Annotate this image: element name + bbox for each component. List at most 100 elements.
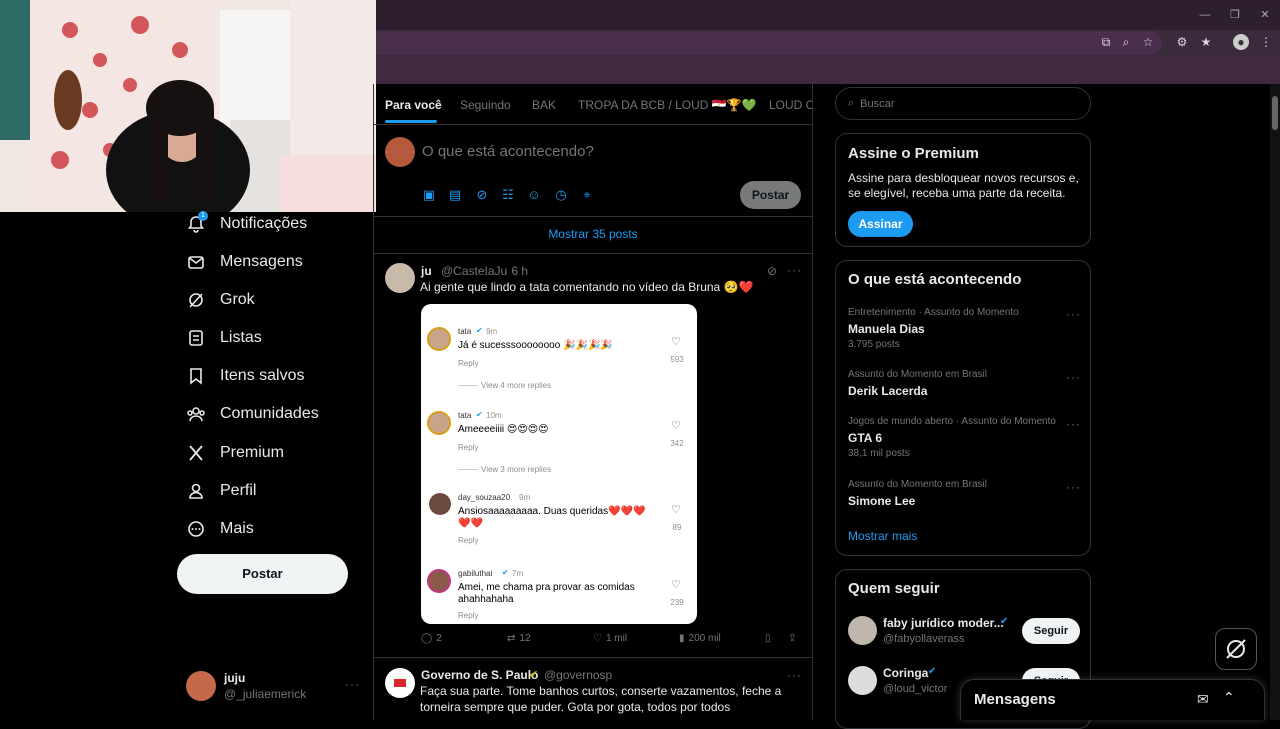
post-author-handle[interactable]: @CasteIaJu (441, 264, 507, 278)
search-input[interactable]: ⌕ Buscar (835, 87, 1091, 120)
share-icon: ⇪ (788, 633, 797, 644)
nav-premium[interactable]: Premium (186, 434, 284, 472)
comment-heart-icon: ♡ (671, 336, 681, 348)
address-bar[interactable] (376, 31, 1162, 55)
trend-item[interactable]: Jogos de mundo aberto · Assunto do Momen… (836, 411, 1090, 463)
new-message-icon[interactable]: ✉ (1197, 691, 1209, 708)
close-icon[interactable]: ✕ (1256, 6, 1274, 24)
account-more-icon[interactable]: ··· (345, 677, 360, 691)
tab-bak[interactable]: BAK (532, 98, 556, 112)
like-action[interactable]: ♡ 1 mil (593, 633, 627, 644)
profile-avatar-icon[interactable]: ● (1233, 34, 1249, 50)
show-more-trends[interactable]: Mostrar mais (848, 529, 917, 543)
account-switcher[interactable]: juju @_juliaemerick ··· (177, 664, 367, 708)
restore-icon[interactable]: ❐ (1226, 6, 1244, 24)
premium-title: Assine o Premium (848, 145, 979, 162)
grok-float-button[interactable] (1215, 628, 1257, 670)
reply-action[interactable]: ◯ 2 (421, 633, 442, 644)
who-to-follow-title: Quem seguir (848, 580, 940, 597)
page-scrollbar[interactable] (1270, 84, 1280, 720)
compose-post-button[interactable]: Postar (740, 181, 801, 209)
trend-more-icon[interactable]: ··· (1066, 370, 1081, 384)
views-action[interactable]: ▮ 200 mil (679, 633, 721, 644)
bookmark-star-icon[interactable]: ☆ (1140, 34, 1156, 50)
nav-bookmarks-label: Itens salvos (220, 367, 305, 384)
gif-icon[interactable]: ▤ (447, 187, 463, 203)
search-icon: ⌕ (848, 97, 855, 109)
nav-bookmarks[interactable]: Itens salvos (186, 357, 304, 395)
post-media-image[interactable]: tata ✔ 9m Já é sucesssoooooooo 🎉🎉🎉🎉 Repl… (421, 304, 697, 624)
schedule-icon[interactable]: ◷ (553, 187, 569, 203)
post-more-icon[interactable]: ··· (787, 263, 802, 277)
nav-profile[interactable]: Perfil (186, 472, 256, 510)
comment-likes: 89 (672, 523, 682, 532)
poll-icon[interactable]: ☷ (500, 187, 516, 203)
trend-item[interactable]: Assunto do Momento em Brasil Simone Lee … (836, 473, 1090, 513)
show-new-posts[interactable]: Mostrar 35 posts (374, 227, 812, 241)
comment-user: tata (458, 411, 472, 420)
search-placeholder: Buscar (860, 97, 895, 110)
trend-name: GTA 6 (848, 431, 883, 445)
location-icon[interactable]: ⌖ (579, 187, 595, 203)
trend-item[interactable]: Entretenimento · Assunto do Momento Manu… (836, 301, 1090, 353)
premium-box: Assine o Premium Assine para desbloquear… (835, 133, 1091, 247)
post-author-name[interactable]: Governo de S. Paulo (421, 668, 538, 682)
comment-reply: Reply (458, 443, 479, 452)
bookmarks-list-icon[interactable]: ★ (1198, 34, 1214, 50)
trend-item[interactable]: Assunto do Momento em Brasil Derik Lacer… (836, 364, 1090, 404)
post-author-handle[interactable]: @governosp (544, 668, 612, 682)
messages-drawer[interactable]: Mensagens ✉ ⌃ (960, 679, 1265, 720)
post-avatar[interactable] (385, 668, 415, 698)
subscribe-button[interactable]: Assinar (848, 211, 913, 237)
trends-box: O que está acontecendo Entretenimento · … (835, 260, 1091, 556)
scrollbar-thumb[interactable] (1272, 96, 1278, 130)
expand-chevron-icon[interactable]: ⌃ (1223, 689, 1235, 706)
comment-likes: 593 (670, 355, 684, 364)
install-app-icon[interactable]: ⧉ (1098, 34, 1114, 50)
share-action[interactable]: ⇪ (788, 633, 796, 644)
post-text: Ai gente que lindo a tata comentando no … (420, 280, 754, 294)
x-logo-icon (186, 443, 206, 463)
tab-tropa-bcb-loud[interactable]: TROPA DA BCB / LOUD 🇪🇬🏆💚 (578, 98, 757, 112)
trend-more-icon[interactable]: ··· (1066, 417, 1081, 431)
nav-more[interactable]: Mais (186, 510, 254, 548)
composer-input[interactable]: O que está acontecendo? (422, 143, 594, 160)
tab-loud-co[interactable]: LOUD Co (769, 98, 812, 112)
follow-button[interactable]: Seguir (1022, 618, 1080, 644)
comment-text-continued: ahahhahaha (458, 594, 514, 605)
comment-avatar (427, 569, 451, 593)
nav-communities-label: Comunidades (220, 405, 319, 422)
comment-likes: 342 (670, 439, 684, 448)
nav-lists[interactable]: Listas (186, 319, 262, 357)
trend-more-icon[interactable]: ··· (1066, 480, 1081, 494)
trend-more-icon[interactable]: ··· (1066, 307, 1081, 321)
browser-menu-icon[interactable]: ⋮ (1258, 34, 1274, 50)
zoom-icon[interactable]: ⌕ (1118, 34, 1134, 50)
nav-grok[interactable]: Grok (186, 281, 255, 319)
trend-count: 3.795 posts (848, 339, 900, 350)
grok-compose-icon[interactable]: ⊘ (474, 187, 490, 203)
suggestion-handle: @fabyollaverass (883, 633, 965, 645)
avatar (186, 671, 216, 701)
active-tab-indicator (385, 120, 437, 123)
post-text-continued: torneira sempre que puder. Gota por gota… (420, 700, 731, 714)
minimize-icon[interactable]: — (1196, 6, 1214, 24)
emoji-icon[interactable]: ☺ (526, 187, 542, 203)
tab-for-you[interactable]: Para você (385, 98, 442, 112)
list-icon (186, 328, 206, 348)
grok-explain-icon[interactable]: ⊘ (767, 264, 781, 278)
tab-following[interactable]: Seguindo (460, 98, 511, 112)
composer-avatar[interactable] (385, 137, 415, 167)
extension-icon[interactable]: ⚙ (1174, 34, 1190, 50)
bookmark-action[interactable]: ▯ (765, 633, 771, 644)
nav-communities[interactable]: Comunidades (186, 395, 319, 433)
post-button[interactable]: Postar (177, 554, 348, 594)
post-more-icon[interactable]: ··· (787, 668, 802, 682)
image-icon[interactable]: ▣ (421, 187, 437, 203)
post-time[interactable]: · 6 h (504, 264, 528, 278)
nav-messages[interactable]: Mensagens (186, 243, 303, 281)
post-author-name[interactable]: ju (421, 264, 432, 278)
repost-action[interactable]: ⇄ 12 (507, 633, 531, 644)
follow-suggestion[interactable]: faby jurídico moder... ✔ @fabyollaverass… (836, 610, 1090, 654)
post-avatar[interactable] (385, 263, 415, 293)
